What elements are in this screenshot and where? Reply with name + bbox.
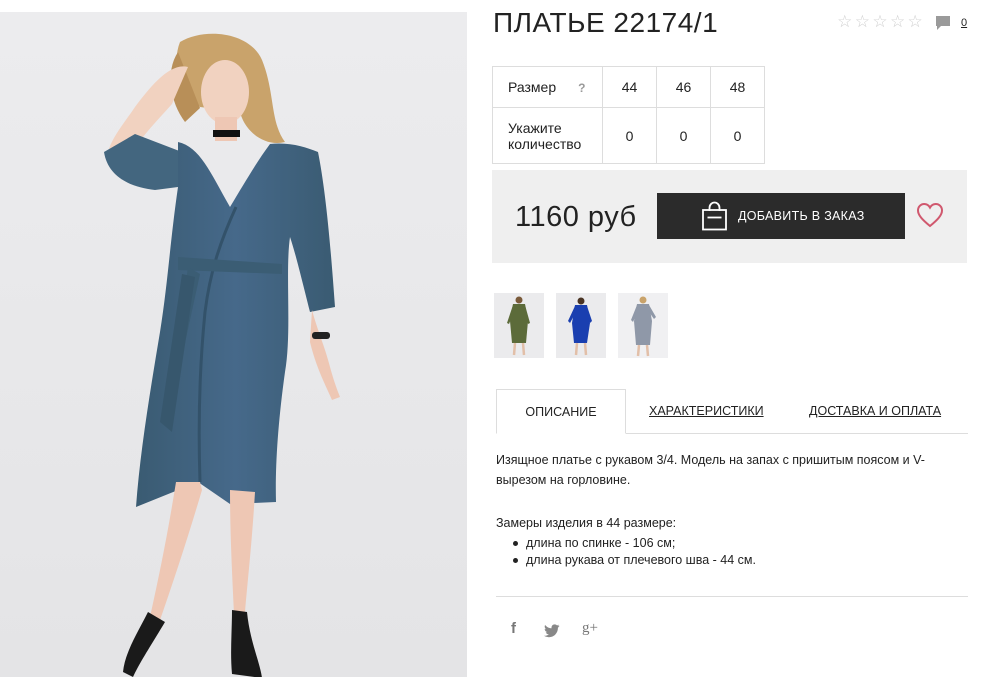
thumbnail-grey[interactable] [618, 293, 668, 358]
comment-count[interactable]: 0 [961, 17, 967, 29]
star-icon[interactable]: ☆ [889, 13, 907, 31]
size-table: Размер? 44 46 48 Укажите количество 0 0 … [492, 66, 765, 164]
measurements-title: Замеры изделия в 44 размере: [496, 516, 677, 530]
twitter-icon[interactable] [544, 621, 560, 641]
measurements-list: длина по спинке - 106 см; длина рукава о… [513, 535, 756, 569]
product-photo [0, 12, 467, 677]
heart-icon[interactable] [916, 202, 944, 228]
list-item: длина по спинке - 106 см; [513, 535, 756, 552]
thumbnail-olive-image [494, 293, 544, 358]
star-icon[interactable]: ☆ [854, 13, 872, 31]
size-help-icon[interactable]: ? [578, 80, 585, 96]
comments-link[interactable]: 0 [935, 15, 967, 31]
description-text: Изящное платье с рукавом 3/4. Модель на … [496, 453, 925, 487]
add-to-order-label: ДОБАВИТЬ В ЗАКАЗ [738, 209, 865, 223]
thumbnail-blue-image [556, 293, 606, 358]
divider [496, 596, 968, 597]
thumbnail-grey-image [618, 293, 668, 358]
quantity-field[interactable]: 0 [656, 107, 711, 164]
rating-stars[interactable]: ☆ ☆ ☆ ☆ ☆ [836, 13, 924, 31]
tab-delivery[interactable]: ДОСТАВКА И ОПЛАТА [809, 389, 941, 434]
price: 1160 руб [515, 201, 637, 233]
star-icon[interactable]: ☆ [871, 13, 889, 31]
size-option: 48 [710, 66, 765, 108]
product-tabs: ОПИСАНИЕ ХАРАКТЕРИСТИКИ ДОСТАВКА И ОПЛАТ… [496, 389, 968, 434]
quantity-field[interactable]: 0 [602, 107, 657, 164]
star-icon[interactable]: ☆ [906, 13, 924, 31]
quantity-row: Укажите количество 0 0 0 [492, 107, 765, 164]
quantity-label: Укажите количество [492, 107, 603, 164]
product-title: ПЛАТЬЕ 22174/1 [493, 7, 719, 38]
add-to-order-button[interactable]: ДОБАВИТЬ В ЗАКАЗ [657, 193, 905, 239]
star-icon[interactable]: ☆ [836, 13, 854, 31]
size-label-cell: Размер? [492, 66, 603, 108]
quantity-field[interactable]: 0 [710, 107, 765, 164]
comment-icon[interactable] [935, 15, 951, 31]
shopping-bag-icon [702, 201, 727, 231]
thumbnail-blue[interactable] [556, 293, 606, 358]
size-option: 44 [602, 66, 657, 108]
facebook-icon[interactable]: f [511, 620, 516, 640]
list-item: длина рукава от плечевого шва - 44 см. [513, 552, 756, 569]
price-panel: 1160 руб ДОБАВИТЬ В ЗАКАЗ [492, 170, 967, 263]
product-photo-illustration [0, 12, 467, 677]
size-row: Размер? 44 46 48 [492, 66, 765, 108]
size-label: Размер [508, 78, 557, 95]
size-option: 46 [656, 66, 711, 108]
tab-characteristics[interactable]: ХАРАКТЕРИСТИКИ [649, 389, 764, 434]
googleplus-icon[interactable]: g+ [582, 620, 598, 640]
thumbnail-olive[interactable] [494, 293, 544, 358]
tab-description[interactable]: ОПИСАНИЕ [496, 389, 626, 434]
